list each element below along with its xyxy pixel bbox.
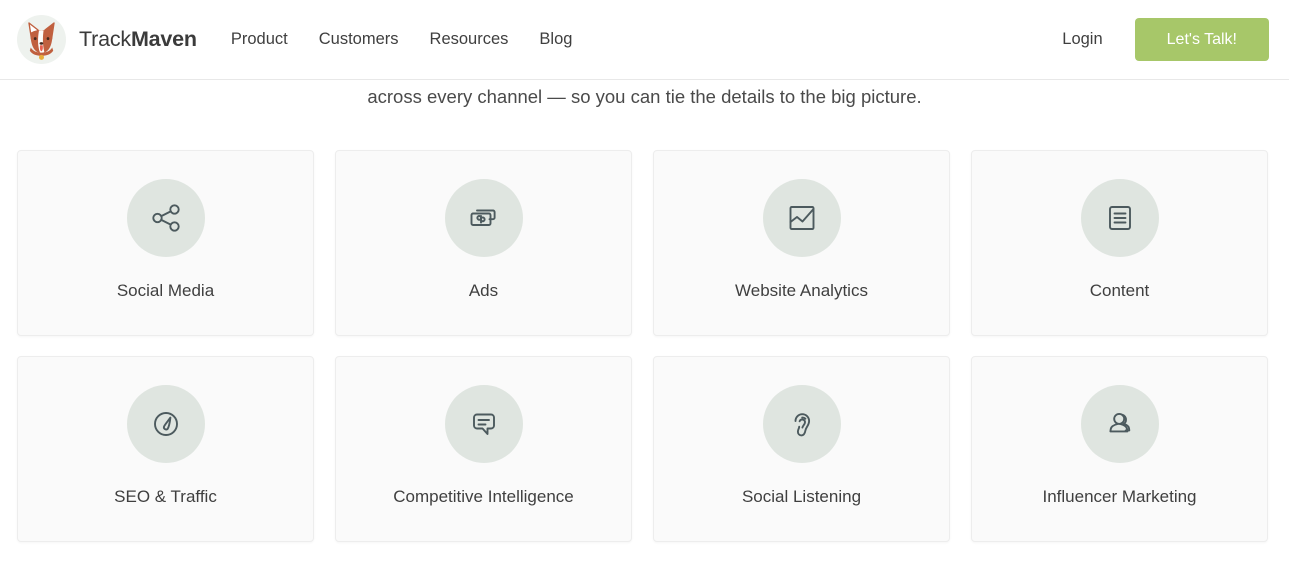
brand-home-link[interactable]: TrackMaven — [17, 15, 197, 64]
card-seo-traffic[interactable]: SEO & Traffic — [17, 356, 314, 542]
card-social-listening[interactable]: Social Listening — [653, 356, 950, 542]
brand-name-bold: Maven — [130, 27, 197, 51]
card-website-analytics[interactable]: Website Analytics — [653, 150, 950, 336]
speech-bubble-icon — [444, 385, 523, 463]
card-social-media[interactable]: Social Media — [17, 150, 314, 336]
card-label: Content — [1089, 281, 1150, 300]
share-network-icon — [126, 179, 205, 257]
speedometer-gauge-icon — [126, 385, 205, 463]
card-label: Social Media — [116, 281, 215, 300]
document-lines-icon — [1080, 179, 1159, 257]
card-label: Social Listening — [741, 487, 862, 506]
intro-paragraph-container: across every channel — so you can tie th… — [0, 80, 1289, 126]
card-ads[interactable]: Ads — [335, 150, 632, 336]
card-content[interactable]: Content — [971, 150, 1268, 336]
intro-paragraph: across every channel — so you can tie th… — [367, 86, 922, 107]
lets-talk-cta-button[interactable]: Let's Talk! — [1134, 18, 1269, 61]
money-cards-icon — [444, 179, 523, 257]
card-label: Competitive Intelligence — [393, 487, 574, 506]
line-chart-frame-icon — [762, 179, 841, 257]
two-people-icon — [1080, 385, 1159, 463]
main-navigation: Product Customers Resources Blog — [231, 30, 573, 49]
nav-item-resources[interactable]: Resources — [430, 30, 509, 49]
card-influencer-marketing[interactable]: Influencer Marketing — [971, 356, 1268, 542]
corgi-mascot-logo-icon — [17, 15, 66, 64]
brand-name-light: Track — [79, 27, 131, 51]
card-competitive-intelligence[interactable]: Competitive Intelligence — [335, 356, 632, 542]
nav-item-customers[interactable]: Customers — [319, 30, 399, 49]
nav-item-blog[interactable]: Blog — [539, 30, 572, 49]
card-label: SEO & Traffic — [114, 487, 217, 506]
login-link[interactable]: Login — [1062, 30, 1108, 49]
card-label: Website Analytics — [735, 281, 868, 300]
card-label: Influencer Marketing — [1042, 487, 1197, 506]
ear-icon — [762, 385, 841, 463]
header-actions: Login Let's Talk! — [1062, 18, 1269, 61]
channel-card-grid: Social Media Ads Website Analytics Conte… — [0, 150, 1289, 542]
brand-wordmark: TrackMaven — [79, 27, 197, 52]
site-header: TrackMaven Product Customers Resources B… — [0, 0, 1289, 80]
nav-item-product[interactable]: Product — [231, 30, 288, 49]
card-label: Ads — [468, 281, 499, 300]
